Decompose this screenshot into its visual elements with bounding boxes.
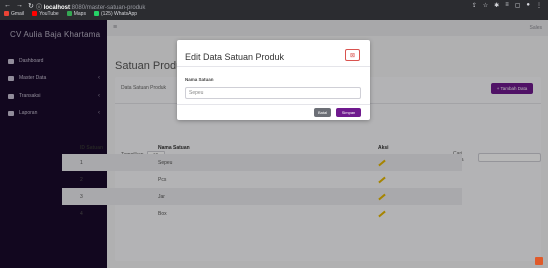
modal-footer-divider <box>177 104 370 105</box>
modal-divider <box>177 66 370 67</box>
unit-name-input[interactable]: Sepeu <box>185 87 361 99</box>
menu-icon[interactable]: ≡ <box>505 2 509 9</box>
field-label: Nama Satuan <box>185 77 214 82</box>
bookmark-youtube[interactable]: YouTube <box>32 11 59 17</box>
close-button[interactable]: ⊠ <box>345 49 360 61</box>
back-icon[interactable]: ← <box>4 2 11 10</box>
modal-title: Edit Data Satuan Produk <box>185 52 285 62</box>
extension-icon[interactable]: ✱ <box>494 2 499 9</box>
edit-modal: Edit Data Satuan Produk ⊠ Nama Satuan Se… <box>177 40 370 120</box>
window-icon[interactable]: ▢ <box>515 2 521 9</box>
bookmarks-bar: Gmail YouTube Maps (125) WhatsApp <box>4 11 137 17</box>
profile-icon[interactable]: ● <box>526 2 530 9</box>
bookmark-gmail[interactable]: Gmail <box>4 11 24 17</box>
browser-toolbar: ← → ↻ ⓘ localhost:8080/master-satuan-pro… <box>0 0 548 20</box>
close-icon: ⊠ <box>349 52 356 59</box>
reload-icon[interactable]: ↻ <box>28 2 34 10</box>
more-icon[interactable]: ⋮ <box>536 2 542 9</box>
cancel-button[interactable]: Batal <box>314 108 331 117</box>
flame-icon <box>535 257 543 265</box>
address-bar[interactable]: ⓘ localhost:8080/master-satuan-produk <box>36 2 145 11</box>
bookmark-maps[interactable]: Maps <box>66 11 86 17</box>
save-button[interactable]: Simpan <box>336 108 361 117</box>
share-icon[interactable]: ⇪ <box>472 2 477 9</box>
star-icon[interactable]: ☆ <box>483 2 488 9</box>
bookmark-whatsapp[interactable]: (125) WhatsApp <box>93 11 137 17</box>
browser-nav: ← → ↻ <box>4 2 34 10</box>
browser-actions: ⇪ ☆ ✱ ≡ ▢ ● ⋮ <box>472 2 542 9</box>
forward-icon[interactable]: → <box>16 2 23 10</box>
